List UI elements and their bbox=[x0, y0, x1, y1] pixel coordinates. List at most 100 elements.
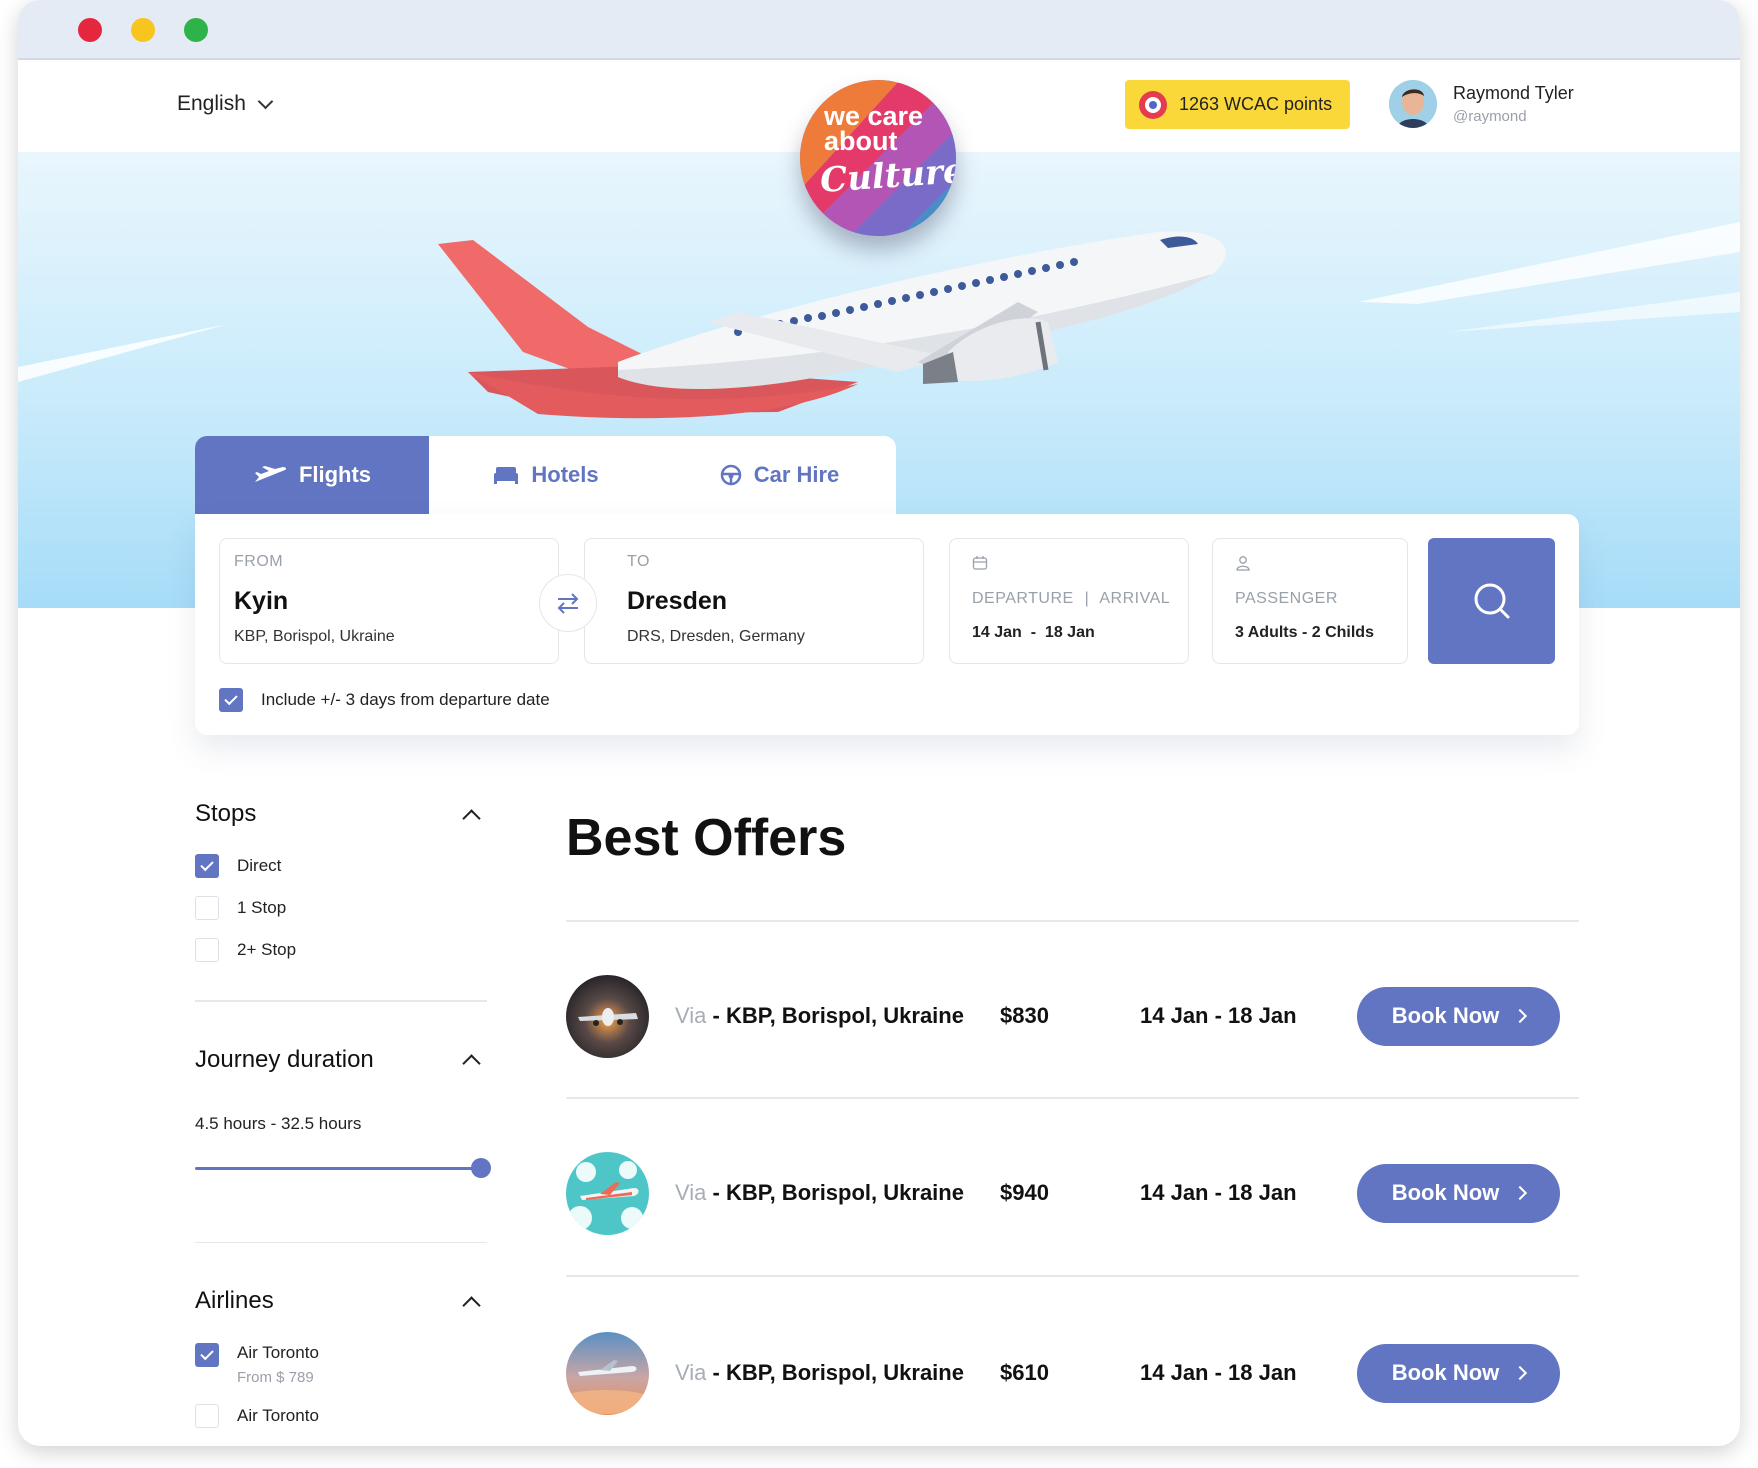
via-airport: - KBP, Borispol, Ukraine bbox=[712, 1360, 964, 1385]
dates-value: 14 Jan - 18 Jan bbox=[972, 624, 1095, 641]
tab-hotels[interactable]: Hotels bbox=[429, 436, 663, 514]
slider-track bbox=[195, 1166, 481, 1170]
offer-row: Via - KBP, Borispol, Ukraine $830 14 Jan… bbox=[566, 973, 1579, 1059]
user-handle: @raymond bbox=[1453, 108, 1527, 125]
journey-filter-header[interactable]: Journey duration bbox=[195, 1046, 487, 1074]
swap-arrows-icon bbox=[557, 593, 579, 614]
tab-car-hire[interactable]: Car Hire bbox=[663, 436, 896, 514]
chevron-down-icon bbox=[257, 93, 274, 109]
airline-option[interactable]: Air Toronto bbox=[195, 1404, 487, 1428]
offer-dates: 14 Jan - 18 Jan bbox=[1140, 1360, 1297, 1385]
stops-filter-header[interactable]: Stops bbox=[195, 800, 487, 828]
via-prefix: Via bbox=[675, 1180, 707, 1205]
arrival-label: ARRIVAL bbox=[1099, 590, 1171, 607]
tab-hotels-label: Hotels bbox=[531, 462, 599, 487]
plane-photo-icon bbox=[566, 974, 649, 1058]
divider bbox=[566, 920, 1579, 922]
offer-dates: 14 Jan - 18 Jan bbox=[1140, 1003, 1297, 1028]
departure-label: DEPARTURE bbox=[972, 590, 1074, 607]
from-label: FROM bbox=[234, 553, 284, 570]
passenger-field[interactable]: PASSENGER 3 Adults - 2 Childs bbox=[1212, 538, 1408, 664]
user-name: Raymond Tyler bbox=[1453, 83, 1574, 103]
avatar bbox=[1389, 80, 1437, 128]
logo-line-2: about bbox=[824, 126, 898, 156]
from-city: Kyin bbox=[234, 587, 289, 615]
offer-route: Via - KBP, Borispol, Ukraine bbox=[675, 1003, 980, 1029]
bed-icon bbox=[494, 467, 519, 484]
offer-thumbnail bbox=[566, 1331, 649, 1415]
from-detail: KBP, Borispol, Ukraine bbox=[234, 628, 395, 645]
include-days-option[interactable]: Include +/- 3 days from departure date bbox=[219, 688, 550, 712]
close-window-dot[interactable] bbox=[78, 18, 102, 42]
airline-name: Air Toronto bbox=[237, 1343, 319, 1362]
search-icon bbox=[1474, 583, 1509, 619]
offer-price: $610 bbox=[1000, 1360, 1049, 1385]
book-now-button[interactable]: Book Now bbox=[1357, 986, 1560, 1046]
airlines-title: Airlines bbox=[195, 1287, 274, 1314]
tab-flights[interactable]: Flights bbox=[195, 436, 429, 514]
plane-photo-icon bbox=[566, 1331, 649, 1415]
via-prefix: Via bbox=[675, 1360, 707, 1385]
brand-logo[interactable]: we care about Culture bbox=[800, 80, 956, 236]
language-selector[interactable]: English bbox=[177, 92, 274, 116]
divider bbox=[195, 1000, 487, 1002]
search-button[interactable] bbox=[1428, 538, 1555, 664]
checkbox[interactable] bbox=[195, 938, 219, 962]
booking-tabs: Flights Hotels Car Hire bbox=[195, 436, 896, 514]
chevron-right-icon bbox=[1513, 1008, 1528, 1024]
airline-price: From $ 789 bbox=[237, 1369, 314, 1386]
tab-flights-label: Flights bbox=[298, 462, 372, 487]
book-now-label: Book Now bbox=[1391, 1360, 1500, 1385]
airline-option[interactable]: Air Toronto From $ 789 bbox=[195, 1343, 487, 1386]
offer-row: Via - KBP, Borispol, Ukraine $610 14 Jan… bbox=[566, 1330, 1579, 1416]
points-badge[interactable]: 1263 WCAC points bbox=[1125, 80, 1350, 129]
plane-photo-icon bbox=[566, 1151, 649, 1235]
book-now-button[interactable]: Book Now bbox=[1357, 1163, 1560, 1223]
journey-slider[interactable] bbox=[195, 1157, 491, 1178]
offer-thumbnail bbox=[566, 974, 649, 1058]
stops-option-2-plus-stop[interactable]: 2+ Stop bbox=[195, 938, 487, 962]
airlines-filter-header[interactable]: Airlines bbox=[195, 1287, 487, 1315]
flight-search-form: FROM Kyin KBP, Borispol, Ukraine TO Dres… bbox=[195, 514, 1579, 735]
chevron-up-icon[interactable] bbox=[462, 1295, 481, 1315]
book-now-label: Book Now bbox=[1391, 1003, 1500, 1028]
offer-thumbnail bbox=[566, 1151, 649, 1235]
swap-locations-button[interactable] bbox=[539, 574, 597, 632]
offer-route: Via - KBP, Borispol, Ukraine bbox=[675, 1180, 980, 1206]
best-offers-title: Best Offers bbox=[566, 809, 847, 867]
offer-row: Via - KBP, Borispol, Ukraine $940 14 Jan… bbox=[566, 1150, 1579, 1236]
points-label: 1263 WCAC points bbox=[1179, 94, 1333, 114]
offer-route: Via - KBP, Borispol, Ukraine bbox=[675, 1360, 980, 1386]
book-now-button[interactable]: Book Now bbox=[1357, 1343, 1560, 1403]
dates-field[interactable]: DEPARTURE | ARRIVAL 14 Jan - 18 Jan bbox=[949, 538, 1189, 664]
checkbox[interactable] bbox=[195, 1404, 219, 1428]
offer-dates: 14 Jan - 18 Jan bbox=[1140, 1180, 1297, 1205]
browser-window: English we care about Culture 1263 WCAC … bbox=[18, 0, 1740, 1446]
minimize-window-dot[interactable] bbox=[131, 18, 155, 42]
calendar-icon bbox=[972, 556, 988, 570]
checkbox[interactable] bbox=[195, 1343, 219, 1367]
maximize-window-dot[interactable] bbox=[184, 18, 208, 42]
slider-handle[interactable] bbox=[471, 1157, 491, 1178]
stops-option-direct[interactable]: Direct bbox=[195, 854, 487, 878]
passenger-value: 3 Adults - 2 Childs bbox=[1235, 624, 1374, 641]
person-icon bbox=[1236, 556, 1250, 571]
chevron-up-icon[interactable] bbox=[462, 808, 481, 828]
to-label: TO bbox=[627, 553, 650, 570]
steering-wheel-icon bbox=[720, 464, 741, 486]
to-field[interactable]: TO Dresden DRS, Dresden, Germany bbox=[584, 538, 924, 664]
chevron-up-icon[interactable] bbox=[462, 1054, 481, 1073]
stops-option-1-stop[interactable]: 1 Stop bbox=[195, 896, 487, 920]
checkbox[interactable] bbox=[195, 854, 219, 878]
include-days-checkbox[interactable] bbox=[219, 688, 243, 712]
filters-sidebar: Stops Direct 1 Stop 2+ Stop Journey dura… bbox=[195, 800, 491, 1428]
user-profile[interactable]: Raymond Tyler @raymond bbox=[1389, 80, 1574, 128]
dates-separator: | bbox=[1084, 590, 1090, 607]
from-field[interactable]: FROM Kyin KBP, Borispol, Ukraine bbox=[219, 538, 559, 664]
journey-title: Journey duration bbox=[195, 1045, 374, 1073]
via-prefix: Via bbox=[675, 1003, 707, 1028]
option-label: 1 Stop bbox=[237, 898, 287, 917]
include-days-label: Include +/- 3 days from departure date bbox=[261, 690, 550, 709]
checkbox[interactable] bbox=[195, 896, 219, 920]
plane-icon bbox=[254, 466, 286, 482]
